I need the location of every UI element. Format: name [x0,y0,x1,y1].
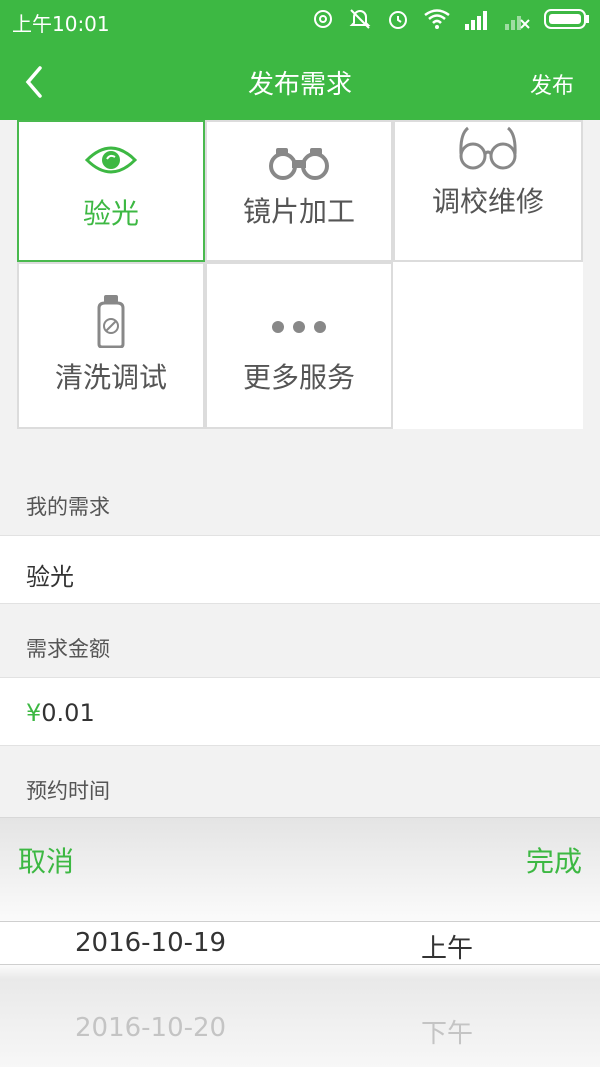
picker-period-option[interactable]: 下午 [421,1013,473,1050]
status-time: 上午10:01 [12,12,110,36]
nav-bar: 发布需求 发布 [0,42,600,120]
service-label: 调校维修 [431,185,544,218]
service-item-lens-processing[interactable]: 镜片加工 [205,120,393,262]
demand-field[interactable]: 验光 [0,535,600,604]
service-label: 验光 [82,197,139,230]
glasses-icon [459,126,517,170]
publish-button[interactable]: 发布 [530,68,574,100]
amount-display: ¥0.01 [26,699,95,727]
more-dots-icon [272,321,326,333]
battery-icon [544,9,589,29]
picker-date-selected[interactable]: 2016-10-19 [75,928,226,958]
service-item-cleaning[interactable]: 清洗调试 [17,262,205,429]
picker-period-selected[interactable]: 上午 [421,928,473,965]
service-grid: 验光 镜片加工 调校维修 清洗调试 更多服务 [17,120,583,429]
demand-section-title: 我的需求 [26,495,110,519]
demand-value: 验光 [26,563,74,591]
amount-value: 0.01 [41,699,95,727]
service-label: 清洗调试 [54,361,167,394]
wifi-icon [424,9,450,29]
sync-icon [314,10,332,28]
status-icons [312,7,590,31]
picker-date-option[interactable]: 2016-10-20 [75,1013,226,1043]
mute-icon [349,9,371,29]
service-item-optometry[interactable]: 验光 [17,120,205,262]
amount-section-title: 需求金额 [26,637,110,661]
spray-bottle-icon [97,295,125,348]
binoculars-icon [269,148,329,180]
service-label: 镜片加工 [242,195,355,228]
no-signal-icon [505,16,530,30]
cancel-button[interactable]: 取消 [18,840,74,880]
signal-icon [465,11,487,30]
currency-symbol: ¥ [26,699,42,727]
eye-icon [85,146,137,174]
service-label: 更多服务 [242,361,355,394]
time-section-title: 预约时间 [26,779,110,803]
alarm-icon [389,11,407,29]
status-bar: 上午10:01 [0,0,600,42]
service-item-more[interactable]: 更多服务 [205,262,393,429]
service-item-adjust-repair[interactable]: 调校维修 [393,120,583,262]
page-title: 发布需求 [247,70,352,100]
amount-field[interactable]: ¥0.01 [0,677,600,746]
done-button[interactable]: 完成 [526,840,582,880]
picker-header: 取消 完成 [0,817,600,922]
